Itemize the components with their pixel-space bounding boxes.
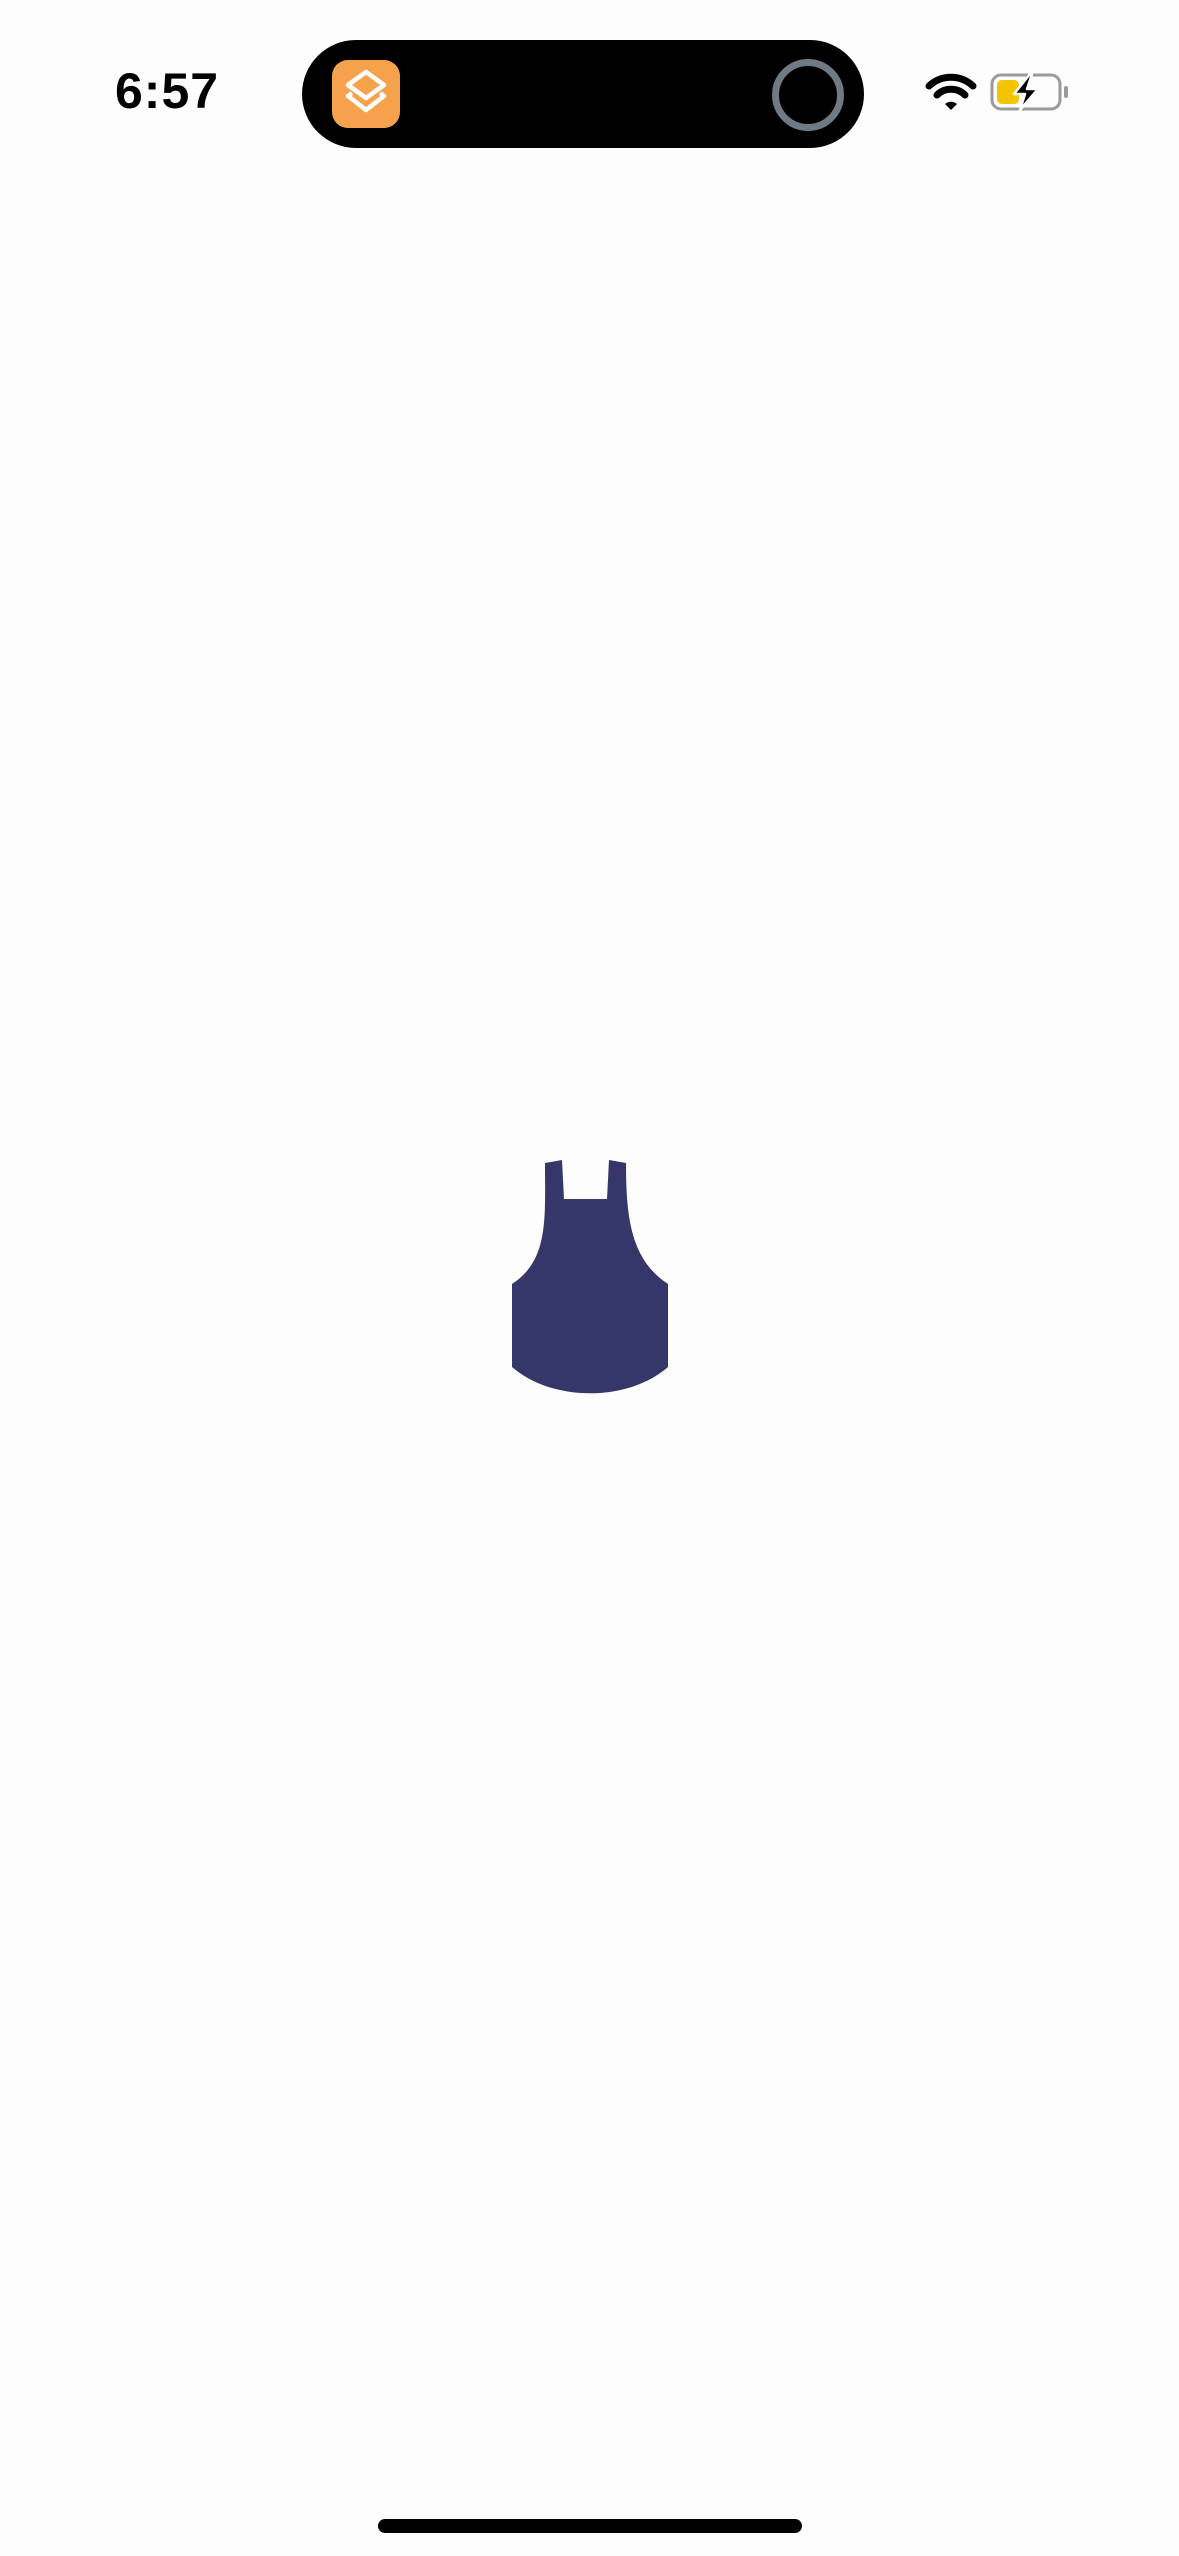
ring-icon (772, 59, 844, 131)
home-indicator[interactable] (378, 2519, 802, 2533)
status-bar: 6:57 (0, 0, 1179, 150)
wifi-icon (925, 73, 977, 110)
status-time: 6:57 (115, 63, 220, 119)
layers-app-icon[interactable] (332, 60, 400, 128)
apron-logo-icon (512, 1160, 668, 1394)
battery-charging-icon (990, 72, 1068, 112)
dynamic-island[interactable] (302, 40, 864, 148)
screen: 6:57 (0, 0, 1179, 2556)
